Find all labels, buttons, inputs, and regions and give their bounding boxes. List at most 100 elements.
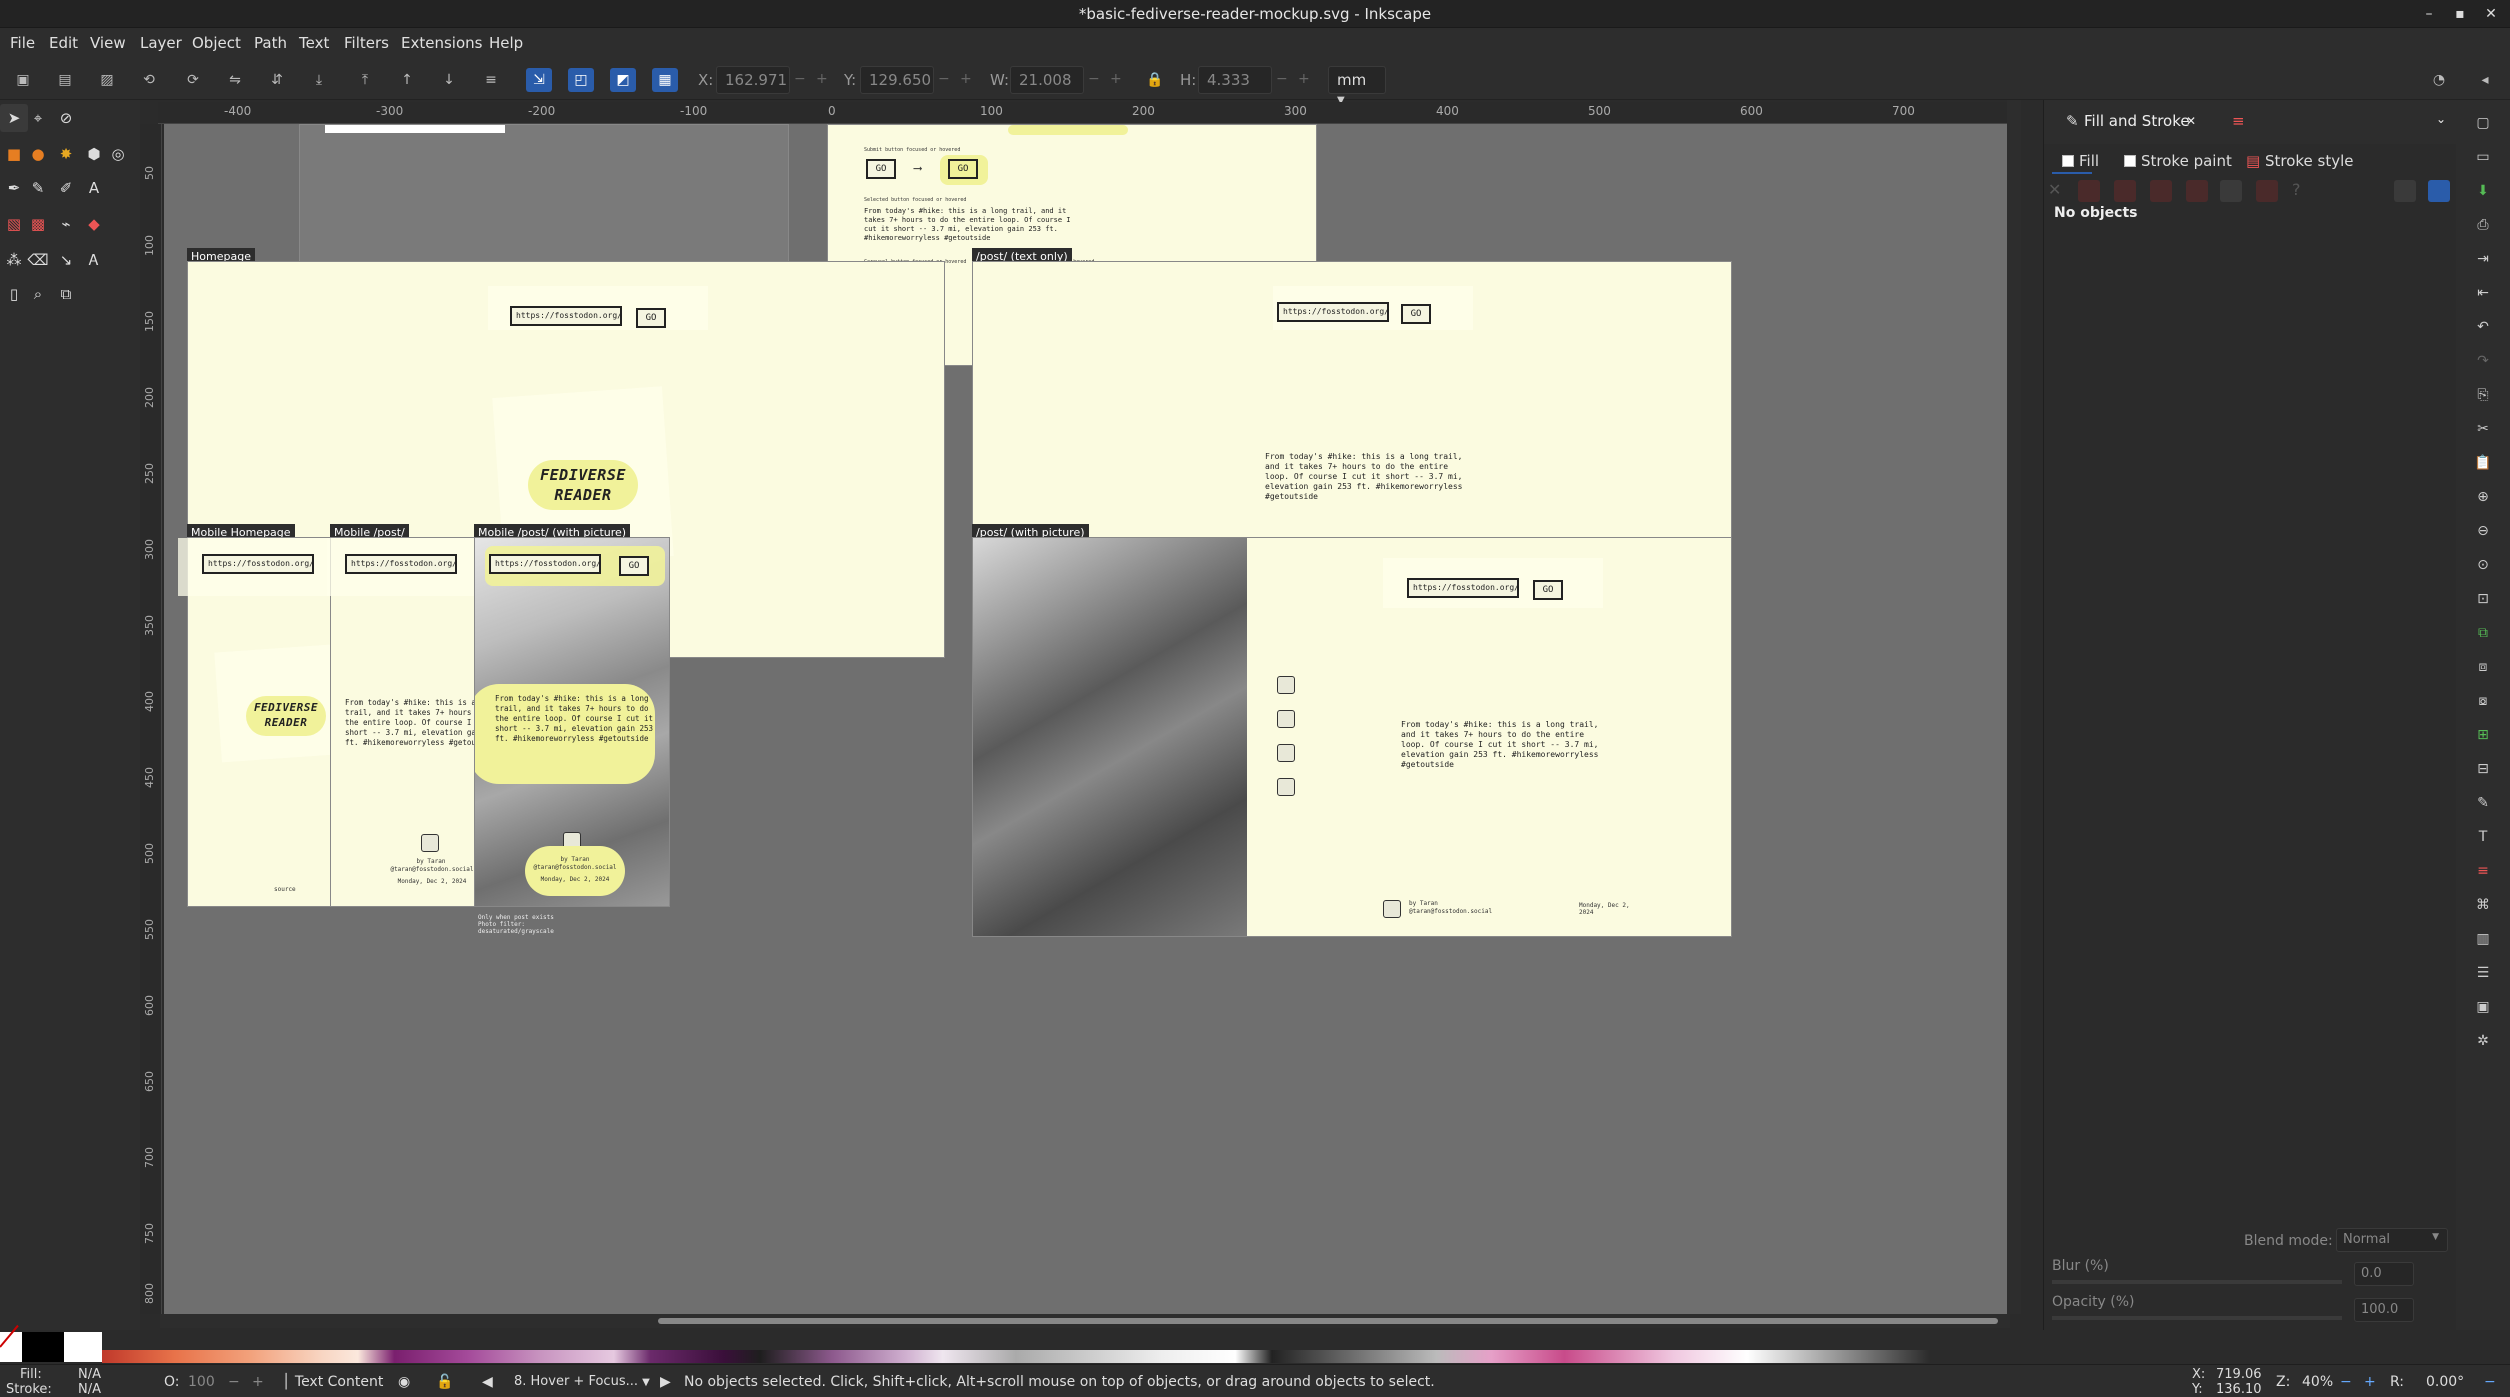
- height-field[interactable]: 4.333: [1198, 66, 1272, 94]
- text-tool-icon[interactable]: A: [80, 174, 108, 202]
- layers-icon[interactable]: ▥: [2472, 928, 2494, 950]
- linear-gradient-icon[interactable]: [2114, 180, 2136, 202]
- h-decrement[interactable]: −: [1276, 71, 1288, 87]
- x-field[interactable]: 162.971: [716, 66, 790, 94]
- transform-gradients-icon[interactable]: ◩: [610, 68, 636, 92]
- next-page-icon[interactable]: ▶: [660, 1374, 671, 1390]
- save-icon[interactable]: ⬇: [2472, 180, 2494, 202]
- scale-stroke-icon[interactable]: ⇲: [526, 68, 552, 92]
- tab-stroke-style[interactable]: ▤ Stroke style: [2246, 152, 2354, 170]
- y-field[interactable]: 129.650: [860, 66, 934, 94]
- document-properties-icon[interactable]: ▣: [2472, 996, 2494, 1018]
- rotate-ccw-icon[interactable]: ⟲: [136, 68, 162, 92]
- dropper-tool-icon[interactable]: ⌁: [52, 210, 80, 238]
- flat-color-icon[interactable]: [2078, 180, 2100, 202]
- y-decrement[interactable]: −: [938, 71, 950, 87]
- rotate-icon[interactable]: −: [2484, 1374, 2496, 1390]
- calligraphy-tool-icon[interactable]: ✐: [52, 174, 80, 202]
- mesh-tool-icon[interactable]: ▩: [24, 210, 52, 238]
- menu-help[interactable]: Help: [489, 34, 523, 52]
- preferences-icon[interactable]: ✲: [2472, 1030, 2494, 1052]
- zoom-in-icon[interactable]: +: [2364, 1374, 2376, 1390]
- opacity-value[interactable]: 100: [188, 1374, 215, 1390]
- paint-bucket-tool-icon[interactable]: ◆: [80, 210, 108, 238]
- canvas[interactable]: Submit button focused or hovered GO ⟶ GO…: [164, 124, 2007, 1314]
- xml-editor-icon[interactable]: ⌘: [2472, 894, 2494, 916]
- open-icon[interactable]: ▭: [2472, 146, 2494, 168]
- tweak-tool-icon[interactable]: ⊘: [52, 104, 80, 132]
- close-icon[interactable]: ✕: [2480, 3, 2502, 25]
- blend-mode-select[interactable]: Normal ▼: [2336, 1228, 2448, 1252]
- ellipse-tool-icon[interactable]: ●: [24, 140, 52, 168]
- zoom-selection-icon[interactable]: ⊕: [2472, 486, 2494, 508]
- tab-fill[interactable]: Fill: [2062, 152, 2099, 170]
- fill-rule-evenodd-icon[interactable]: [2394, 180, 2416, 202]
- deselect-icon[interactable]: ▨: [94, 68, 120, 92]
- close-tab-icon[interactable]: ✕: [2186, 114, 2196, 128]
- commands-toggle-icon[interactable]: ◂: [2472, 68, 2498, 92]
- flip-v-icon[interactable]: ⇵: [264, 68, 290, 92]
- export-icon[interactable]: ⇤: [2472, 282, 2494, 304]
- unlink-clone-icon[interactable]: ⧇: [2472, 690, 2494, 712]
- page-mobile-post-picture[interactable]: https://fosstodon.org/tat... GO From tod…: [474, 537, 670, 907]
- menu-edit[interactable]: Edit: [49, 34, 78, 52]
- tab-stroke-paint[interactable]: Stroke paint: [2124, 152, 2232, 170]
- w-increment[interactable]: +: [1110, 71, 1122, 87]
- menu-layer[interactable]: Layer: [140, 34, 182, 52]
- x-decrement[interactable]: −: [794, 71, 806, 87]
- spiral-tool-icon[interactable]: ◎: [104, 140, 132, 168]
- text-font-icon[interactable]: T: [2472, 826, 2494, 848]
- paste-icon[interactable]: 📋: [2472, 452, 2494, 474]
- dock-tab-other-icon[interactable]: ≡: [2232, 112, 2245, 130]
- dock-tab-fill-stroke[interactable]: Fill and Stroke: [2084, 112, 2190, 130]
- horizontal-scrollbar[interactable]: [160, 1314, 2010, 1328]
- lower-bottom-icon[interactable]: ⤓: [306, 68, 332, 92]
- menu-view[interactable]: View: [90, 34, 126, 52]
- zoom-value[interactable]: 40%: [2302, 1374, 2333, 1390]
- flip-h-icon[interactable]: ⇋: [222, 68, 248, 92]
- ungroup-icon[interactable]: ⊟: [2472, 758, 2494, 780]
- y-increment[interactable]: +: [960, 71, 972, 87]
- x-increment[interactable]: +: [816, 71, 828, 87]
- blur-field[interactable]: 0.0: [2354, 1262, 2414, 1286]
- pattern-icon[interactable]: [2220, 180, 2242, 202]
- edit-icon[interactable]: ✎: [2472, 792, 2494, 814]
- import-icon[interactable]: ⇥: [2472, 248, 2494, 270]
- measure-tool-icon[interactable]: ⧉: [52, 280, 80, 308]
- rotation-value[interactable]: 0.00°: [2426, 1374, 2464, 1390]
- page-select[interactable]: 8. Hover + Focus... ▼: [514, 1374, 650, 1389]
- select-all-layers-icon[interactable]: ▤: [52, 68, 78, 92]
- chevron-down-icon[interactable]: ⌄: [2436, 112, 2446, 126]
- menu-filters[interactable]: Filters: [344, 34, 389, 52]
- white-swatch[interactable]: [64, 1332, 102, 1362]
- new-doc-icon[interactable]: ▢: [2472, 112, 2494, 134]
- duplicate-icon[interactable]: ⧉: [2472, 622, 2494, 644]
- align-icon[interactable]: ≡: [478, 68, 504, 92]
- width-field[interactable]: 21.008: [1010, 66, 1084, 94]
- snap-icon[interactable]: ◔: [2426, 68, 2452, 92]
- layer-visibility-icon[interactable]: ◉: [398, 1374, 410, 1390]
- print-icon[interactable]: ⎙: [2472, 214, 2494, 236]
- copy-icon[interactable]: ⎘: [2472, 384, 2494, 406]
- clone-icon[interactable]: ⧈: [2472, 656, 2494, 678]
- rotate-cw-icon[interactable]: ⟳: [180, 68, 206, 92]
- menu-path[interactable]: Path: [254, 34, 287, 52]
- fill-rule-nonzero-icon[interactable]: [2428, 180, 2450, 202]
- align-distribute-icon[interactable]: ☰: [2472, 962, 2494, 984]
- zoom-drawing-icon[interactable]: ⊖: [2472, 520, 2494, 542]
- zoom-page-icon[interactable]: ⊙: [2472, 554, 2494, 576]
- prev-page-icon[interactable]: ◀: [482, 1374, 493, 1390]
- opacity-decrement[interactable]: −: [228, 1374, 240, 1390]
- star-tool-icon[interactable]: ✸: [52, 140, 80, 168]
- undo-icon[interactable]: ↶: [2472, 316, 2494, 338]
- w-decrement[interactable]: −: [1088, 71, 1100, 87]
- fill-stroke-cmd-icon[interactable]: ≡: [2472, 860, 2494, 882]
- zoom-tool-icon[interactable]: ⌕: [24, 280, 52, 308]
- palette-swatches[interactable]: [102, 1350, 1930, 1363]
- redo-icon[interactable]: ↷: [2472, 350, 2494, 372]
- lock-icon[interactable]: 🔒: [1142, 68, 1168, 92]
- no-color-swatch[interactable]: [0, 1324, 22, 1362]
- vertical-scrollbar[interactable]: [2007, 100, 2021, 1314]
- layer-indicator[interactable]: │ Text Content: [282, 1374, 383, 1390]
- unit-select[interactable]: mm ▼: [1328, 66, 1386, 106]
